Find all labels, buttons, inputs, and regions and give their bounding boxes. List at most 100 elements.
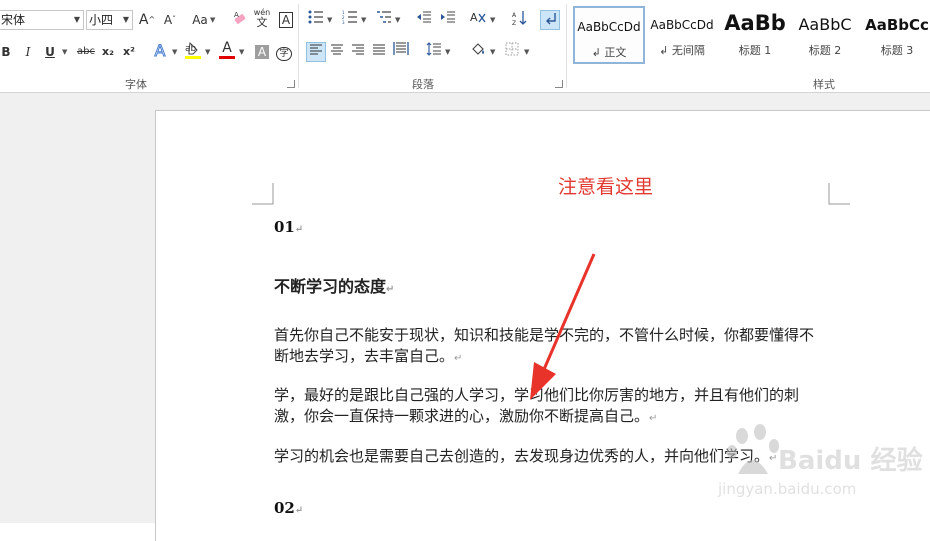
text-effects-button[interactable]: A [150,41,170,61]
style-heading-1[interactable]: AaBb 标题 1 [719,6,791,64]
line-spacing-icon [426,42,441,56]
chevron-down-icon[interactable]: ▼ [327,16,332,24]
numbered-list-icon: 123 [342,10,357,25]
line-spacing-button[interactable] [424,42,444,62]
char-shading-button[interactable]: A [252,42,272,62]
heading-02-text: 02 [274,499,295,517]
style-heading-3[interactable]: AaBbCc 标题 3 [861,6,930,64]
annotation-text: 注意看这里 [558,176,654,198]
divider [298,4,299,88]
shading-button[interactable] [468,41,488,61]
subscript-label: x₂ [102,45,114,58]
svg-text:A: A [470,11,478,24]
clear-format-button[interactable]: A [230,10,250,30]
superscript-label: x² [123,45,135,58]
heading-02: 02↵ [274,499,303,517]
align-right-button[interactable] [348,42,368,62]
align-left-button[interactable] [306,42,326,62]
italic-button[interactable]: I [18,42,38,62]
section-title-text: 不断学习的态度 [274,277,387,296]
heading-01: 01↵ [274,218,303,236]
paragraph-mark: ↵ [294,505,304,516]
watermark-url: jingyan.baidu.com [718,480,857,498]
underline-label: U [45,45,55,59]
align-left-icon [310,44,322,55]
style-normal[interactable]: AaBbCcDd ↲ 正文 [573,6,645,64]
chevron-down-icon[interactable]: ▼ [490,16,495,24]
borders-icon [505,42,519,56]
decrease-indent-button[interactable] [414,10,434,30]
styles-gallery: AaBbCcDd ↲ 正文 AaBbCcDd ↲ 无间隔 AaBb 标题 1 A… [573,6,930,64]
enclose-char-label: 字 [276,47,292,61]
styles-group-label: 样式 [813,78,835,91]
borders-button[interactable] [502,42,522,62]
highlight-button[interactable]: ab [183,40,203,60]
chevron-down-icon[interactable]: ▼ [524,48,529,56]
align-right-icon [352,44,364,55]
decrease-indent-icon [417,11,431,23]
shrink-font-button[interactable]: Aˇ [160,10,180,30]
chevron-down-icon[interactable]: ▼ [490,48,495,56]
numbering-button[interactable]: 123 [340,10,360,30]
strikethrough-label: abc [77,46,95,57]
font-size-combo[interactable]: 小四 ▼ [86,10,133,30]
chevron-down-icon[interactable]: ▼ [395,16,400,24]
font-dialog-launcher-icon[interactable] [287,80,295,88]
bullets-button[interactable] [306,10,326,30]
chevron-down-icon[interactable]: ▼ [361,16,366,24]
font-color-button[interactable]: A [217,40,237,60]
chevron-down-icon[interactable]: ▼ [210,16,215,24]
chevron-down-icon[interactable]: ▼ [74,11,80,29]
paragraph-mark: ↵ [454,353,463,364]
underline-button[interactable]: U [40,42,60,62]
superscript-button[interactable]: x² [119,42,139,62]
strikethrough-button[interactable]: abc [74,42,98,62]
paragraph-mark-icon [546,13,556,25]
style-sample: AaBbC [798,15,852,34]
style-name: 标题 1 [738,44,772,57]
distribute-button[interactable] [391,42,411,62]
paint-bucket-icon [472,43,484,55]
font-name-combo[interactable]: 宋体 ▼ [0,10,84,30]
margin-corner-mark-right [828,183,850,205]
change-case-button[interactable]: Aa [188,10,212,30]
subscript-button[interactable]: x₂ [98,42,118,62]
justify-icon [373,44,385,55]
justify-button[interactable] [369,42,389,62]
paragraph-3-text: 学习的机会也是需要自己去创造的，去发现身边优秀的人，并向他们学习。 [274,447,770,465]
show-marks-button[interactable] [540,10,560,30]
style-heading-2[interactable]: AaBbC 标题 2 [789,6,861,64]
align-center-button[interactable] [327,42,347,62]
distribute-icon [393,42,409,55]
paragraph-dialog-launcher-icon[interactable] [555,80,563,88]
chevron-down-icon[interactable]: ▼ [239,48,244,56]
grow-font-button[interactable]: A^ [137,10,157,30]
paragraph-group-label: 段落 [412,78,434,91]
style-name: ↲ 正文 [591,46,627,59]
chevron-down-icon[interactable]: ▼ [172,48,177,56]
chevron-down-icon[interactable]: ▼ [445,48,450,56]
increase-indent-button[interactable] [438,10,458,30]
style-no-spacing[interactable]: AaBbCcDd ↲ 无间隔 [646,6,718,64]
multilevel-list-icon [377,11,391,23]
style-sample: AaBbCc [865,16,929,34]
svg-text:Z: Z [512,20,516,26]
bold-label: B [1,45,11,59]
highlighter-icon: ab [185,41,201,59]
chinese-layout-icon: A [470,11,486,24]
svg-text:ab: ab [185,44,197,54]
phonetic-guide-button[interactable]: wén 文 [252,8,272,32]
chinese-layout-button[interactable]: A [468,10,488,30]
chevron-down-icon[interactable]: ▼ [123,11,129,29]
chevron-down-icon[interactable]: ▼ [205,48,210,56]
style-name: ↲ 无间隔 [659,44,705,57]
bold-button[interactable]: B [0,42,16,62]
watermark-text: Baidu 经验 [778,446,923,476]
sort-button[interactable]: AZ [510,10,530,30]
chevron-down-icon[interactable]: ▼ [62,48,67,56]
multilevel-list-button[interactable] [374,10,394,30]
enclose-char-button[interactable]: 字 [274,42,294,62]
font-color-label: A [222,40,232,56]
char-border-button[interactable]: A [276,10,296,30]
ribbon: 宋体 ▼ 小四 ▼ A^ Aˇ Aa ▼ A wén 文 A B I U ▼ a… [0,0,930,93]
